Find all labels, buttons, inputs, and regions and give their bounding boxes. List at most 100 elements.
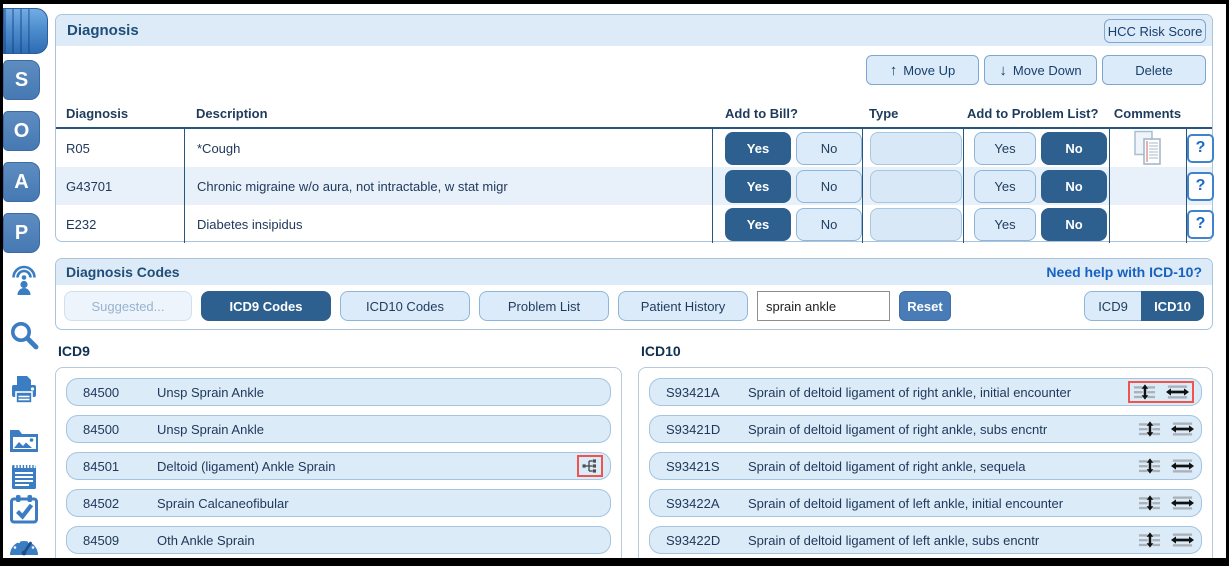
icd10-code: S93421D bbox=[666, 421, 721, 437]
icd10-item[interactable]: S93422A Sprain of deltoid ligament of le… bbox=[649, 489, 1202, 517]
bill-yes-button[interactable]: Yes bbox=[725, 169, 791, 203]
tab-subjective[interactable]: S bbox=[3, 60, 40, 100]
app-window: S O A P Diagnosis HCC Risk Score ↑ Move … bbox=[0, 0, 1229, 566]
diagnosis-row: G43701 Chronic migraine w/o aura, not in… bbox=[56, 167, 1214, 205]
down-arrow-icon: ↓ bbox=[999, 61, 1007, 79]
suggested-button[interactable]: Suggested... bbox=[64, 291, 192, 321]
dictation-icon[interactable] bbox=[8, 264, 40, 296]
icd9-item[interactable]: 84502 Sprain Calcaneofibular bbox=[66, 489, 611, 517]
reset-button[interactable]: Reset bbox=[899, 291, 951, 321]
icd-version-toggle: ICD9 ICD10 bbox=[1084, 291, 1204, 321]
col-comments: Comments bbox=[1113, 106, 1182, 121]
help-button[interactable]: ? bbox=[1187, 133, 1214, 163]
type-field[interactable] bbox=[870, 169, 962, 203]
icd10-description: Sprain of deltoid ligament of right ankl… bbox=[748, 421, 1048, 437]
row-height-resize-icon[interactable] bbox=[1133, 384, 1156, 400]
icd10-item[interactable]: S93421D Sprain of deltoid ligament of ri… bbox=[649, 415, 1202, 443]
toggle-icd10[interactable]: ICD10 bbox=[1141, 291, 1204, 321]
problem-yes-button[interactable]: Yes bbox=[974, 207, 1036, 241]
icd10-code: S93422D bbox=[666, 532, 721, 548]
bill-yes-button[interactable]: Yes bbox=[725, 131, 791, 165]
col-type: Type bbox=[869, 106, 899, 121]
codes-toolbar: Suggested... ICD9 Codes ICD10 Codes Prob… bbox=[56, 285, 1212, 327]
code-hierarchy-icon[interactable] bbox=[582, 458, 598, 474]
icd9-code: 84500 bbox=[83, 421, 120, 437]
icd9-description: Unsp Sprain Ankle bbox=[157, 421, 264, 437]
highlight-box bbox=[577, 455, 603, 477]
move-up-label: Move Up bbox=[903, 62, 956, 78]
icd10-list-label: ICD10 bbox=[641, 343, 681, 359]
diagnosis-codes-title: Diagnosis Codes bbox=[66, 264, 180, 280]
sidebar-grip-handle[interactable] bbox=[3, 8, 48, 54]
icd9-codes-tab[interactable]: ICD9 Codes bbox=[201, 291, 331, 321]
bill-no-button[interactable]: No bbox=[796, 169, 862, 203]
problem-no-button[interactable]: No bbox=[1041, 169, 1107, 203]
tab-plan[interactable]: P bbox=[3, 213, 40, 253]
icd9-description: Deltoid (ligament) Ankle Sprain bbox=[157, 458, 336, 474]
help-button[interactable]: ? bbox=[1187, 171, 1214, 201]
icd10-description: Sprain of deltoid ligament of left ankle… bbox=[748, 495, 1064, 511]
delete-button[interactable]: Delete bbox=[1102, 55, 1206, 85]
icd9-list: 84500 Unsp Sprain Ankle 84500 Unsp Sprai… bbox=[55, 367, 622, 558]
problem-list-tab[interactable]: Problem List bbox=[479, 291, 609, 321]
type-field[interactable] bbox=[870, 207, 962, 241]
diagnosis-codes-panel: Diagnosis Codes Need help with ICD-10? S… bbox=[55, 258, 1213, 330]
icd9-code: 84500 bbox=[83, 384, 120, 400]
icd9-item[interactable]: 84501 Deltoid (ligament) Ankle Sprain bbox=[66, 452, 611, 480]
icd9-description: Sprain Calcaneofibular bbox=[157, 495, 289, 511]
row-height-resize-icon[interactable] bbox=[1138, 421, 1161, 437]
calendar-check-icon[interactable] bbox=[8, 493, 40, 525]
row-height-resize-icon[interactable] bbox=[1138, 532, 1161, 548]
tab-assessment[interactable]: A bbox=[3, 162, 40, 202]
printer-icon[interactable] bbox=[8, 374, 40, 406]
icd9-code: 84501 bbox=[83, 458, 120, 474]
bill-no-button[interactable]: No bbox=[796, 207, 862, 241]
icd9-item[interactable]: 84509 Oth Ankle Sprain bbox=[66, 526, 611, 554]
icd10-help-link[interactable]: Need help with ICD-10? bbox=[1046, 264, 1202, 280]
row-width-resize-icon[interactable] bbox=[1166, 384, 1189, 400]
icd10-item[interactable]: S93422D Sprain of deltoid ligament of le… bbox=[649, 526, 1202, 554]
help-button[interactable]: ? bbox=[1187, 209, 1214, 239]
diagnosis-code: G43701 bbox=[66, 178, 113, 194]
tab-objective[interactable]: O bbox=[3, 111, 40, 151]
icd10-list: S93421A Sprain of deltoid ligament of ri… bbox=[638, 367, 1213, 558]
icd10-code: S93421S bbox=[666, 458, 720, 474]
diagnosis-row: E232 Diabetes insipidus Yes No Yes No ? bbox=[56, 205, 1214, 243]
row-width-resize-icon[interactable] bbox=[1171, 421, 1194, 437]
paste-comment-icon[interactable] bbox=[1129, 130, 1167, 166]
gauge-icon[interactable] bbox=[8, 527, 40, 559]
toggle-icd9[interactable]: ICD9 bbox=[1084, 291, 1141, 321]
row-width-resize-icon[interactable] bbox=[1171, 532, 1194, 548]
row-width-resize-icon[interactable] bbox=[1171, 495, 1194, 511]
problem-no-button[interactable]: No bbox=[1041, 131, 1107, 165]
col-diagnosis: Diagnosis bbox=[66, 106, 129, 121]
search-icon[interactable] bbox=[8, 319, 40, 351]
hcc-risk-score-button[interactable]: HCC Risk Score bbox=[1104, 19, 1206, 43]
move-up-button[interactable]: ↑ Move Up bbox=[866, 55, 979, 85]
photos-icon[interactable] bbox=[8, 425, 40, 457]
problem-no-button[interactable]: No bbox=[1041, 207, 1107, 241]
row-height-resize-icon[interactable] bbox=[1138, 458, 1161, 474]
notes-icon[interactable] bbox=[8, 460, 40, 492]
bill-no-button[interactable]: No bbox=[796, 131, 862, 165]
row-width-resize-icon[interactable] bbox=[1171, 458, 1194, 474]
diagnosis-codes-header: Diagnosis Codes Need help with ICD-10? bbox=[56, 259, 1212, 285]
patient-history-tab[interactable]: Patient History bbox=[618, 291, 748, 321]
type-field[interactable] bbox=[870, 131, 962, 165]
bill-yes-button[interactable]: Yes bbox=[725, 207, 791, 241]
icd10-code: S93422A bbox=[666, 495, 720, 511]
icd9-item[interactable]: 84500 Unsp Sprain Ankle bbox=[66, 415, 611, 443]
icd10-item[interactable]: S93421S Sprain of deltoid ligament of ri… bbox=[649, 452, 1202, 480]
move-down-button[interactable]: ↓ Move Down bbox=[984, 55, 1097, 85]
icd9-item[interactable]: 84500 Unsp Sprain Ankle bbox=[66, 378, 611, 406]
row-height-resize-icon[interactable] bbox=[1138, 495, 1161, 511]
icd10-item[interactable]: S93421A Sprain of deltoid ligament of ri… bbox=[649, 378, 1202, 406]
highlight-box bbox=[1128, 381, 1194, 403]
problem-yes-button[interactable]: Yes bbox=[974, 169, 1036, 203]
diagnosis-panel-title: Diagnosis bbox=[67, 22, 139, 39]
diagnosis-panel-header: Diagnosis bbox=[56, 15, 1212, 46]
icd10-codes-tab[interactable]: ICD10 Codes bbox=[340, 291, 470, 321]
code-search-input[interactable] bbox=[757, 291, 890, 321]
problem-yes-button[interactable]: Yes bbox=[974, 131, 1036, 165]
icd9-code: 84509 bbox=[83, 532, 120, 548]
